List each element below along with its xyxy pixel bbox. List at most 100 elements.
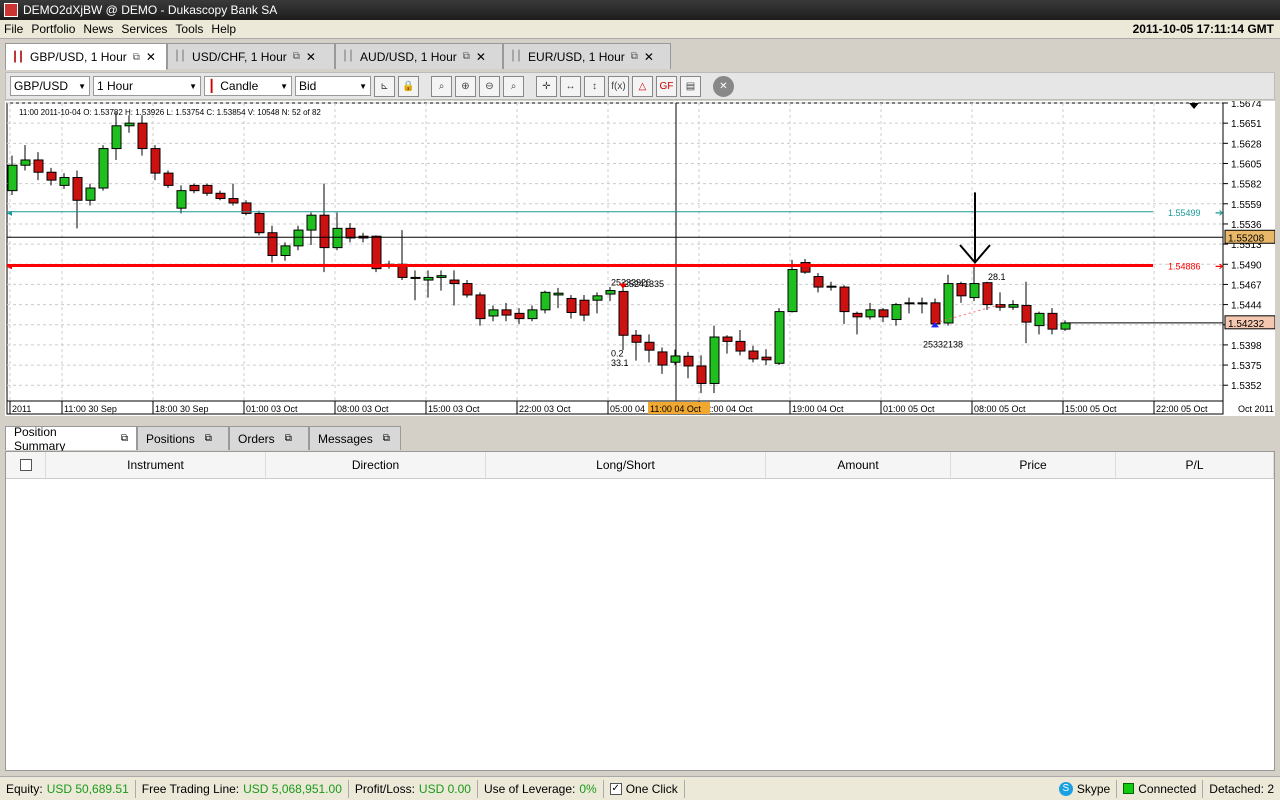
detach-icon[interactable]: ⧉ [121, 433, 128, 444]
detach-icon[interactable]: ⧉ [205, 433, 212, 444]
skype-button[interactable]: S Skype [1053, 779, 1118, 798]
candle-up [7, 164, 18, 192]
bottom-tabs: Position Summary ⧉ Positions ⧉ Orders ⧉ Mes… [5, 424, 401, 453]
candle-down [33, 159, 44, 173]
menu-help[interactable]: Help [207, 22, 240, 36]
side-select[interactable]: Bid ▼ [295, 76, 371, 96]
candle-icon: ┃┃ [174, 51, 187, 62]
detach-icon[interactable]: ⧉ [293, 51, 300, 62]
candle-up [1034, 312, 1045, 327]
tab-eurusd[interactable]: ┃┃ EUR/USD, 1 Hour ⧉ ✕ [503, 43, 671, 69]
col-long-short[interactable]: Long/Short [486, 452, 766, 478]
menu-news[interactable]: News [79, 22, 117, 36]
alert-line-label: 1.55499 [1168, 208, 1201, 218]
candle-down [878, 309, 889, 318]
instrument-select[interactable]: GBP/USD ▼ [10, 76, 90, 96]
horizontal-scale-icon[interactable]: ↔ [560, 75, 581, 97]
zoom-fit-icon[interactable]: ⌕ [503, 75, 524, 97]
price-chart[interactable]: 1.5674 1.5651 1.5628 1.5605 1.5582 1.5559 1.55… [5, 101, 1275, 416]
detach-icon[interactable]: ⧉ [631, 51, 638, 62]
tab-orders[interactable]: Orders ⧉ [229, 426, 309, 450]
col-amount[interactable]: Amount [766, 452, 951, 478]
candle-up [176, 190, 187, 209]
window-title: DEMO2dXjBW @ DEMO - Dukascopy Bank SA [23, 3, 278, 17]
detach-icon[interactable]: ⧉ [463, 51, 470, 62]
select-all-checkbox[interactable] [6, 452, 46, 478]
chart-axis-icon[interactable]: ⊾ [374, 75, 395, 97]
vertical-scale-icon[interactable]: ↕ [584, 75, 605, 97]
col-direction[interactable]: Direction [266, 452, 486, 478]
detach-icon[interactable]: ⧉ [133, 52, 140, 63]
x-tick-label: 15:00 05 Oct [1065, 404, 1117, 414]
arrow-left-icon: ◂ [7, 261, 12, 272]
detach-icon[interactable]: ⧉ [285, 433, 292, 444]
candle-up [293, 229, 304, 247]
app-icon [4, 3, 18, 17]
ftl-label: Free Trading Line: [141, 781, 240, 796]
y-tick-label: 1.5490 [1231, 260, 1262, 271]
crosshair-icon[interactable]: ✛ [536, 75, 557, 97]
price-badge-label: 1.55208 [1228, 233, 1265, 244]
candle-up [423, 276, 434, 281]
menu-tools[interactable]: Tools [171, 22, 207, 36]
col-instrument[interactable]: Instrument [46, 452, 266, 478]
candle-up [605, 290, 616, 295]
tab-audusd[interactable]: ┃┃ AUD/USD, 1 Hour ⧉ ✕ [335, 43, 503, 69]
candle-down [644, 341, 655, 351]
period-select[interactable]: 1 Hour ▼ [93, 76, 201, 96]
detach-icon[interactable]: ⧉ [383, 433, 390, 444]
arrow-right-icon: ➔ [1215, 261, 1223, 272]
candle-up [59, 177, 70, 186]
close-icon[interactable]: ✕ [146, 50, 156, 64]
candle-down [319, 214, 330, 249]
lock-icon[interactable]: 🔒 [398, 75, 419, 97]
x-tick-label: 01:00 05 Oct [883, 404, 935, 414]
candle-down [826, 285, 837, 288]
candle-down [215, 192, 226, 200]
zoom-icon[interactable]: ⌕ [431, 75, 452, 97]
tab-gbpusd[interactable]: ┃┃ GBP/USD, 1 Hour ⧉ ✕ [5, 43, 167, 70]
menu-file[interactable]: File [0, 22, 27, 36]
chart-type-select[interactable]: ┃ Candle ▼ [204, 76, 292, 96]
close-icon[interactable]: ✕ [306, 50, 316, 64]
candle-icon: ┃ [208, 79, 216, 93]
candle-down [189, 184, 200, 192]
candle-down [956, 283, 967, 297]
menu-services[interactable]: Services [117, 22, 171, 36]
y-tick-label: 1.5651 [1231, 119, 1262, 130]
zoom-in-icon[interactable]: ⊕ [455, 75, 476, 97]
col-pl[interactable]: P/L [1116, 452, 1274, 478]
menu-portfolio[interactable]: Portfolio [27, 22, 79, 36]
tab-usdchf[interactable]: ┃┃ USD/CHF, 1 Hour ⧉ ✕ [167, 43, 335, 69]
chart-type-value: Candle [220, 79, 259, 93]
y-tick-label: 1.5559 [1231, 200, 1262, 211]
tab-label: Position Summary [14, 424, 66, 453]
candle-icon: ┃┃ [12, 51, 25, 63]
y-tick-label: 1.5467 [1231, 280, 1262, 291]
one-click-checkbox[interactable]: ✓ One Click [604, 779, 685, 798]
drawings-icon[interactable]: △ [632, 75, 653, 97]
tab-positions[interactable]: Positions ⧉ [137, 426, 229, 450]
close-icon[interactable]: ✕ [476, 50, 486, 64]
candle-up [436, 275, 447, 278]
col-price[interactable]: Price [951, 452, 1116, 478]
tab-messages[interactable]: Messages ⧉ [309, 426, 401, 450]
gann-fib-icon[interactable]: GF [656, 75, 677, 97]
candle-icon: ┃┃ [510, 51, 523, 62]
side-value: Bid [299, 79, 317, 93]
y-tick-label: 1.5582 [1231, 180, 1262, 191]
indicators-icon[interactable]: f(x) [608, 75, 629, 97]
candle-down [839, 286, 850, 313]
save-template-icon[interactable]: ▤ [680, 75, 701, 97]
tab-position-summary[interactable]: Position Summary ⧉ [5, 424, 137, 453]
x-tick-label: 22:00 03 Oct [519, 404, 571, 414]
candle-down [735, 340, 746, 352]
zoom-out-icon[interactable]: ⊖ [479, 75, 500, 97]
close-chart-icon[interactable]: ✕ [713, 75, 734, 97]
candle-up [943, 283, 954, 324]
y-tick-label: 1.5375 [1231, 361, 1262, 372]
close-icon[interactable]: ✕ [644, 50, 654, 64]
candle-up [787, 269, 798, 313]
tab-label: USD/CHF, 1 Hour [192, 49, 287, 64]
cursor-time-label: 11:00 04 Oct [650, 404, 701, 414]
